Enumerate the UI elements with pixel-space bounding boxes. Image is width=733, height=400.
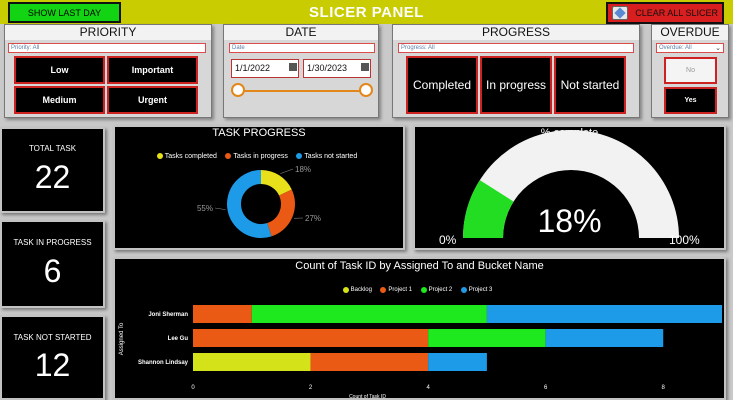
task-in-progress-value: 6	[43, 253, 62, 289]
priority-urgent-tile[interactable]: Urgent	[107, 86, 198, 114]
x-axis-title: Count of Task ID	[349, 394, 386, 398]
progress-in-progress-tile[interactable]: In progress	[480, 56, 552, 114]
x-tick-label: 0	[191, 385, 195, 391]
progress-header: PROGRESS	[393, 25, 639, 40]
end-date-input[interactable]: 1/30/2023	[303, 59, 371, 78]
donut-leader-line	[214, 207, 226, 210]
donut-slice-label: 27%	[305, 214, 321, 223]
total-task-value: 22	[34, 159, 71, 195]
date-slider-start-handle[interactable]	[231, 83, 245, 97]
donut-leader-line	[280, 168, 294, 174]
priority-dropdown-value: Priority: All	[11, 45, 40, 51]
donut-slice[interactable]	[266, 189, 295, 237]
task-not-started-value: 12	[34, 347, 71, 383]
assigned-bucket-chart-card: Count of Task ID by Assigned To and Buck…	[113, 257, 726, 400]
start-date-value: 1/1/2022	[235, 63, 271, 73]
date-dropdown[interactable]: Date	[229, 43, 375, 53]
bar-segment[interactable]	[428, 329, 546, 347]
overdue-no-tile[interactable]: No	[664, 57, 717, 84]
x-tick-label: 2	[309, 385, 313, 391]
show-last-day-button[interactable]: SHOW LAST DAY	[8, 2, 121, 23]
bar-segment[interactable]	[193, 353, 311, 371]
task-in-progress-card: TASK IN PROGRESS 6	[0, 220, 105, 308]
date-dropdown-value: Date	[232, 45, 245, 51]
priority-header: PRIORITY	[5, 25, 211, 40]
date-range-slider[interactable]	[238, 90, 366, 92]
bar-segment[interactable]	[193, 329, 429, 347]
donut-slice-label: 55%	[197, 204, 213, 213]
bar-segment[interactable]	[545, 329, 664, 347]
end-date-value: 1/30/2023	[307, 63, 348, 73]
progress-not-started-tile[interactable]: Not started	[554, 56, 626, 114]
task-in-progress-label: TASK IN PROGRESS	[13, 238, 92, 247]
progress-dropdown[interactable]: Progress: All	[398, 43, 634, 53]
priority-medium-tile[interactable]: Medium	[14, 86, 105, 114]
x-tick-label: 8	[662, 385, 666, 391]
calendar-icon[interactable]	[289, 63, 297, 71]
date-header: DATE	[224, 25, 378, 40]
bar-segment[interactable]	[193, 305, 252, 323]
donut-slice[interactable]	[260, 170, 292, 196]
task-progress-card: TASK PROGRESS Tasks completed Tasks in p…	[113, 125, 405, 250]
task-progress-donut: 18% 27% 55%	[197, 165, 321, 238]
bar-segment[interactable]	[428, 353, 487, 371]
progress-dropdown-value: Progress: All	[401, 45, 435, 51]
donut-slice[interactable]	[227, 170, 272, 238]
gauge-value-label: 18%	[537, 203, 602, 239]
y-axis-title: Assigned To	[119, 322, 125, 355]
calendar-icon[interactable]	[361, 63, 369, 71]
task-not-started-card: TASK NOT STARTED 12	[0, 315, 105, 400]
overdue-header: OVERDUE	[652, 25, 728, 40]
x-tick-label: 6	[544, 385, 548, 391]
y-category-label: Joni Sherman	[148, 312, 188, 318]
bar-segment[interactable]	[251, 305, 487, 323]
start-date-input[interactable]: 1/1/2022	[231, 59, 299, 78]
donut-slice-label: 18%	[295, 165, 311, 174]
percent-complete-card: % complete 0% 100% 18%	[413, 125, 726, 250]
chevron-down-icon[interactable]: ⌄	[715, 44, 721, 53]
bar-segment[interactable]	[486, 305, 722, 323]
total-task-label: TOTAL TASK	[28, 144, 77, 153]
overdue-dropdown[interactable]: Overdue: All ⌄	[656, 43, 724, 53]
eraser-icon	[612, 6, 628, 20]
stacked-bar-chart: Assigned To Joni Sherman Lee Gu Shannon Lin…	[119, 305, 722, 398]
y-category-label: Shannon Lindsay	[138, 360, 189, 366]
priority-important-tile[interactable]: Important	[107, 56, 198, 84]
x-tick-label: 4	[426, 385, 430, 391]
task-not-started-label: TASK NOT STARTED	[13, 333, 92, 342]
overdue-dropdown-value: Overdue: All	[659, 45, 692, 51]
total-task-card: TOTAL TASK 22	[0, 127, 105, 213]
priority-dropdown[interactable]: Priority: All	[8, 43, 206, 53]
y-category-label: Lee Gu	[168, 336, 189, 342]
date-slider-end-handle[interactable]	[359, 83, 373, 97]
overdue-yes-tile[interactable]: Yes	[664, 87, 717, 114]
progress-completed-tile[interactable]: Completed	[406, 56, 478, 114]
priority-low-tile[interactable]: Low	[14, 56, 105, 84]
bar-segment[interactable]	[310, 353, 429, 371]
